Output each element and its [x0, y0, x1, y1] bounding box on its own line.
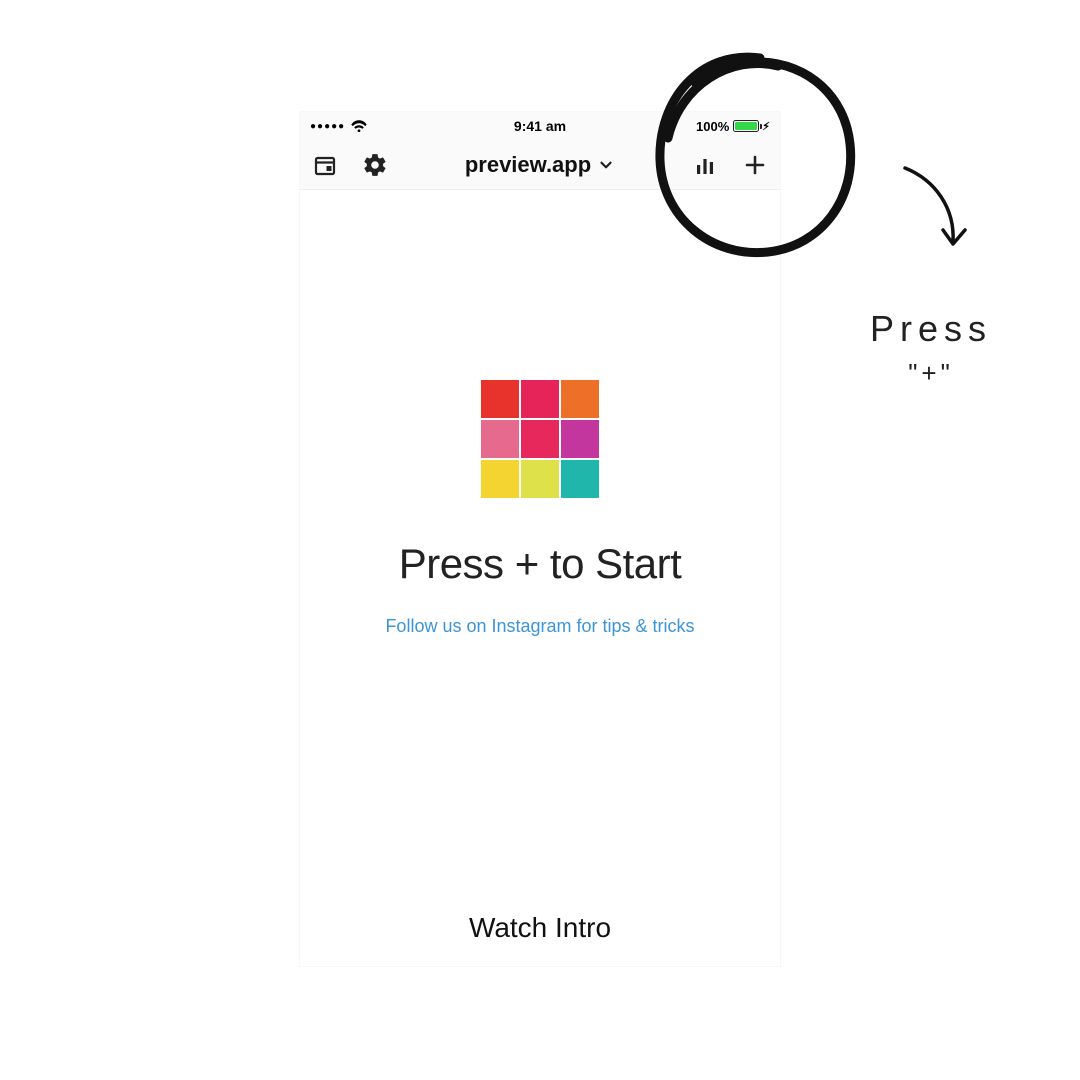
status-bar: ●●●●● 9:41 am 100% ⚡︎ [300, 112, 780, 140]
annotation-line1: Press [870, 308, 992, 350]
gear-icon[interactable] [362, 152, 388, 178]
status-time: 9:41 am [300, 118, 780, 134]
calendar-icon[interactable] [312, 152, 338, 178]
chevron-down-icon [597, 156, 615, 174]
app-logo [481, 380, 599, 498]
tips-link[interactable]: Follow us on Instagram for tips & tricks [385, 616, 694, 637]
main-content: Press + to Start Follow us on Instagram … [300, 190, 780, 966]
battery-icon [733, 120, 759, 132]
phone-frame: ●●●●● 9:41 am 100% ⚡︎ [300, 112, 780, 966]
account-name: preview.app [465, 152, 591, 178]
annotation-line2: "+" [870, 358, 992, 389]
analytics-icon[interactable] [692, 152, 718, 178]
toolbar: preview.app [300, 140, 780, 190]
headline: Press + to Start [399, 540, 682, 588]
watch-intro-button[interactable]: Watch Intro [300, 912, 780, 944]
annotation-text: Press "+" [870, 308, 992, 389]
add-button[interactable] [742, 152, 768, 178]
annotation-arrow [895, 160, 975, 260]
account-dropdown[interactable]: preview.app [465, 152, 615, 178]
